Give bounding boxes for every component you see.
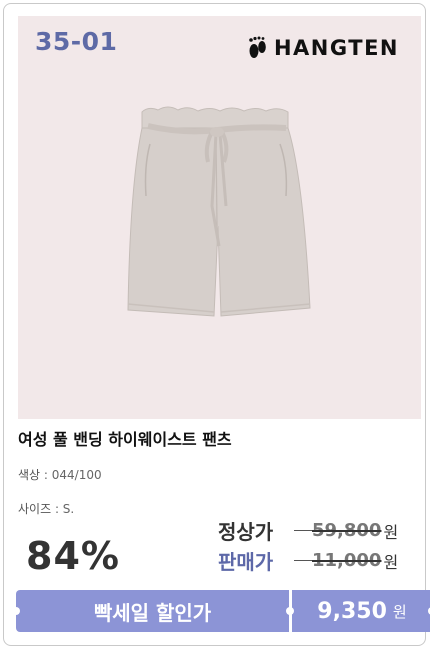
product-title[interactable]: 여성 풀 밴딩 하이웨이스트 팬츠 — [18, 426, 232, 450]
regular-price-label: 정상가 — [218, 520, 274, 544]
sale-price-value: 11,000 — [312, 550, 382, 571]
discount-rate: 84% — [26, 534, 120, 578]
product-color: 색상 : 044/100 — [18, 466, 102, 483]
price-divider — [294, 529, 312, 532]
ticket-notch-mid — [286, 607, 294, 615]
price-divider — [294, 559, 312, 562]
flash-price-currency: 원 — [392, 602, 407, 621]
brand-logo: HANGTEN — [246, 36, 399, 60]
product-code: 35-01 — [35, 27, 118, 56]
regular-price-currency: 원 — [383, 522, 399, 542]
ticket-notch-left — [12, 607, 20, 615]
flash-sale-bar[interactable]: 빡세일 할인가 9,350 원 — [12, 590, 430, 632]
flash-price-value: 9,350 — [317, 598, 387, 624]
sale-price-currency: 원 — [383, 552, 399, 572]
flash-sale-label[interactable]: 빡세일 할인가 — [16, 590, 289, 632]
shorts-illustration — [127, 106, 311, 317]
color-label: 색상 — [18, 468, 41, 482]
sale-price-label: 판매가 — [218, 550, 274, 574]
regular-price-row: 정상가 59,800 원 — [218, 516, 398, 545]
color-value: : 044/100 — [43, 468, 102, 482]
regular-price-value: 59,800 — [312, 520, 382, 541]
sale-price-row: 판매가 11,000 원 — [218, 546, 398, 575]
footprint-icon — [249, 36, 266, 58]
product-card[interactable]: 35-01 HANGTEN 여성 풀 밴딩 하이웨이스트 팬츠 색상 : 044… — [3, 3, 430, 646]
size-label: 사이즈 — [18, 502, 52, 516]
size-value: : S. — [54, 502, 75, 516]
product-size: 사이즈 : S. — [18, 500, 74, 517]
product-image[interactable]: 35-01 HANGTEN — [18, 16, 421, 419]
brand-name: HANGTEN — [273, 36, 399, 60]
flash-sale-price[interactable]: 9,350 원 — [292, 590, 430, 632]
